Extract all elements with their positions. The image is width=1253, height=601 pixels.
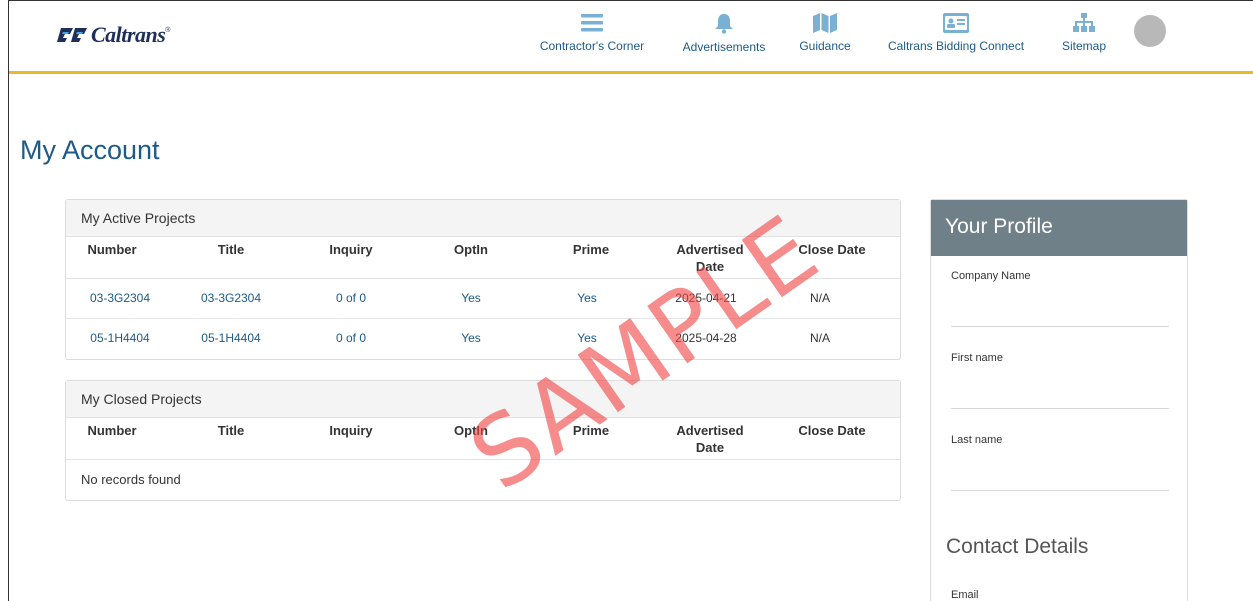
table-header: Number Title Inquiry OptIn Prime Adverti… xyxy=(66,418,900,460)
last-name-field[interactable]: Last name xyxy=(951,434,1169,491)
column-header-title[interactable]: Title xyxy=(190,241,272,258)
email-field[interactable]: Email xyxy=(951,589,1169,601)
user-avatar[interactable] xyxy=(1134,15,1166,47)
empty-state-text: No records found xyxy=(81,472,181,487)
nav-item-sitemap[interactable]: Sitemap xyxy=(1056,13,1112,69)
nav-label: Advertisements xyxy=(682,40,766,54)
logo-mark-icon xyxy=(57,26,89,44)
column-header-close-date[interactable]: Close Date xyxy=(788,241,876,258)
panel-heading: My Closed Projects xyxy=(66,381,900,418)
column-header-title[interactable]: Title xyxy=(190,422,272,439)
table-header: Number Title Inquiry OptIn Prime Adverti… xyxy=(66,237,900,279)
map-icon xyxy=(813,13,837,33)
optin-value[interactable]: Yes xyxy=(430,331,512,345)
closed-projects-panel: My Closed Projects Number Title Inquiry … xyxy=(65,380,901,501)
active-projects-panel: My Active Projects Number Title Inquiry … xyxy=(65,199,901,360)
field-label: First name xyxy=(951,352,1003,364)
id-card-icon xyxy=(943,13,969,33)
column-header-optin[interactable]: OptIn xyxy=(430,241,512,258)
field-label: Email xyxy=(951,589,979,601)
column-header-inquiry[interactable]: Inquiry xyxy=(310,241,392,258)
logo-registered-mark: ® xyxy=(165,27,171,34)
first-name-field[interactable]: First name xyxy=(951,352,1169,409)
page-title: My Account xyxy=(20,135,160,165)
contact-details-heading: Contact Details xyxy=(946,535,1089,558)
profile-panel: Your Profile Company Name First name Las… xyxy=(930,199,1188,601)
advertised-date: 2025-04-28 xyxy=(675,331,737,345)
column-header-number[interactable]: Number xyxy=(66,241,158,258)
project-number-link[interactable]: 03-3G2304 xyxy=(74,291,166,305)
close-date: N/A xyxy=(809,331,830,345)
table-row: 03-3G2304 03-3G2304 0 of 0 Yes Yes 2025-… xyxy=(66,279,900,319)
field-label: Company Name xyxy=(951,270,1031,282)
column-header-advertised-date[interactable]: Advertised Date xyxy=(666,422,754,456)
nav-item-contractors-corner[interactable]: Contractor's Corner xyxy=(536,13,648,69)
column-header-advertised-date[interactable]: Advertised Date xyxy=(666,241,754,275)
field-label: Last name xyxy=(951,434,1003,446)
caltrans-logo[interactable]: Caltrans ® xyxy=(57,22,171,47)
prime-value[interactable]: Yes xyxy=(546,331,628,345)
column-header-optin[interactable]: OptIn xyxy=(430,422,512,439)
menu-icon xyxy=(581,14,603,32)
project-title-link[interactable]: 03-3G2304 xyxy=(190,291,272,305)
table-row: 05-1H4404 05-1H4404 0 of 0 Yes Yes 2025-… xyxy=(66,319,900,359)
inquiry-link[interactable]: 0 of 0 xyxy=(310,291,392,305)
sitemap-icon xyxy=(1073,13,1095,32)
app-window: Caltrans ® Contractor's Corner Advertise… xyxy=(8,0,1253,601)
bell-icon xyxy=(715,14,733,34)
close-date: N/A xyxy=(809,291,830,305)
panel-heading: My Active Projects xyxy=(66,200,900,237)
column-header-prime[interactable]: Prime xyxy=(550,422,632,439)
inquiry-link[interactable]: 0 of 0 xyxy=(310,331,392,345)
prime-value[interactable]: Yes xyxy=(546,291,628,305)
nav-item-guidance[interactable]: Guidance xyxy=(794,13,856,69)
nav-item-advertisements[interactable]: Advertisements xyxy=(676,13,772,69)
project-number-link[interactable]: 05-1H4404 xyxy=(74,331,166,345)
nav-item-caltrans-bidding-connect[interactable]: Caltrans Bidding Connect xyxy=(876,13,1036,69)
advertised-date: 2025-04-21 xyxy=(675,291,737,305)
company-name-field[interactable]: Company Name xyxy=(951,270,1169,327)
column-header-prime[interactable]: Prime xyxy=(550,241,632,258)
logo-text: Caltrans xyxy=(91,22,166,47)
nav-label: Sitemap xyxy=(1061,39,1107,53)
nav-label: Guidance xyxy=(799,39,851,53)
optin-value[interactable]: Yes xyxy=(430,291,512,305)
top-navigation-bar: Caltrans ® Contractor's Corner Advertise… xyxy=(9,1,1253,74)
column-header-close-date[interactable]: Close Date xyxy=(788,422,876,439)
nav-label: Caltrans Bidding Connect xyxy=(887,39,1025,53)
profile-heading: Your Profile xyxy=(931,200,1187,256)
nav-label: Contractor's Corner xyxy=(539,39,645,53)
column-header-number[interactable]: Number xyxy=(66,422,158,439)
project-title-link[interactable]: 05-1H4404 xyxy=(190,331,272,345)
column-header-inquiry[interactable]: Inquiry xyxy=(310,422,392,439)
